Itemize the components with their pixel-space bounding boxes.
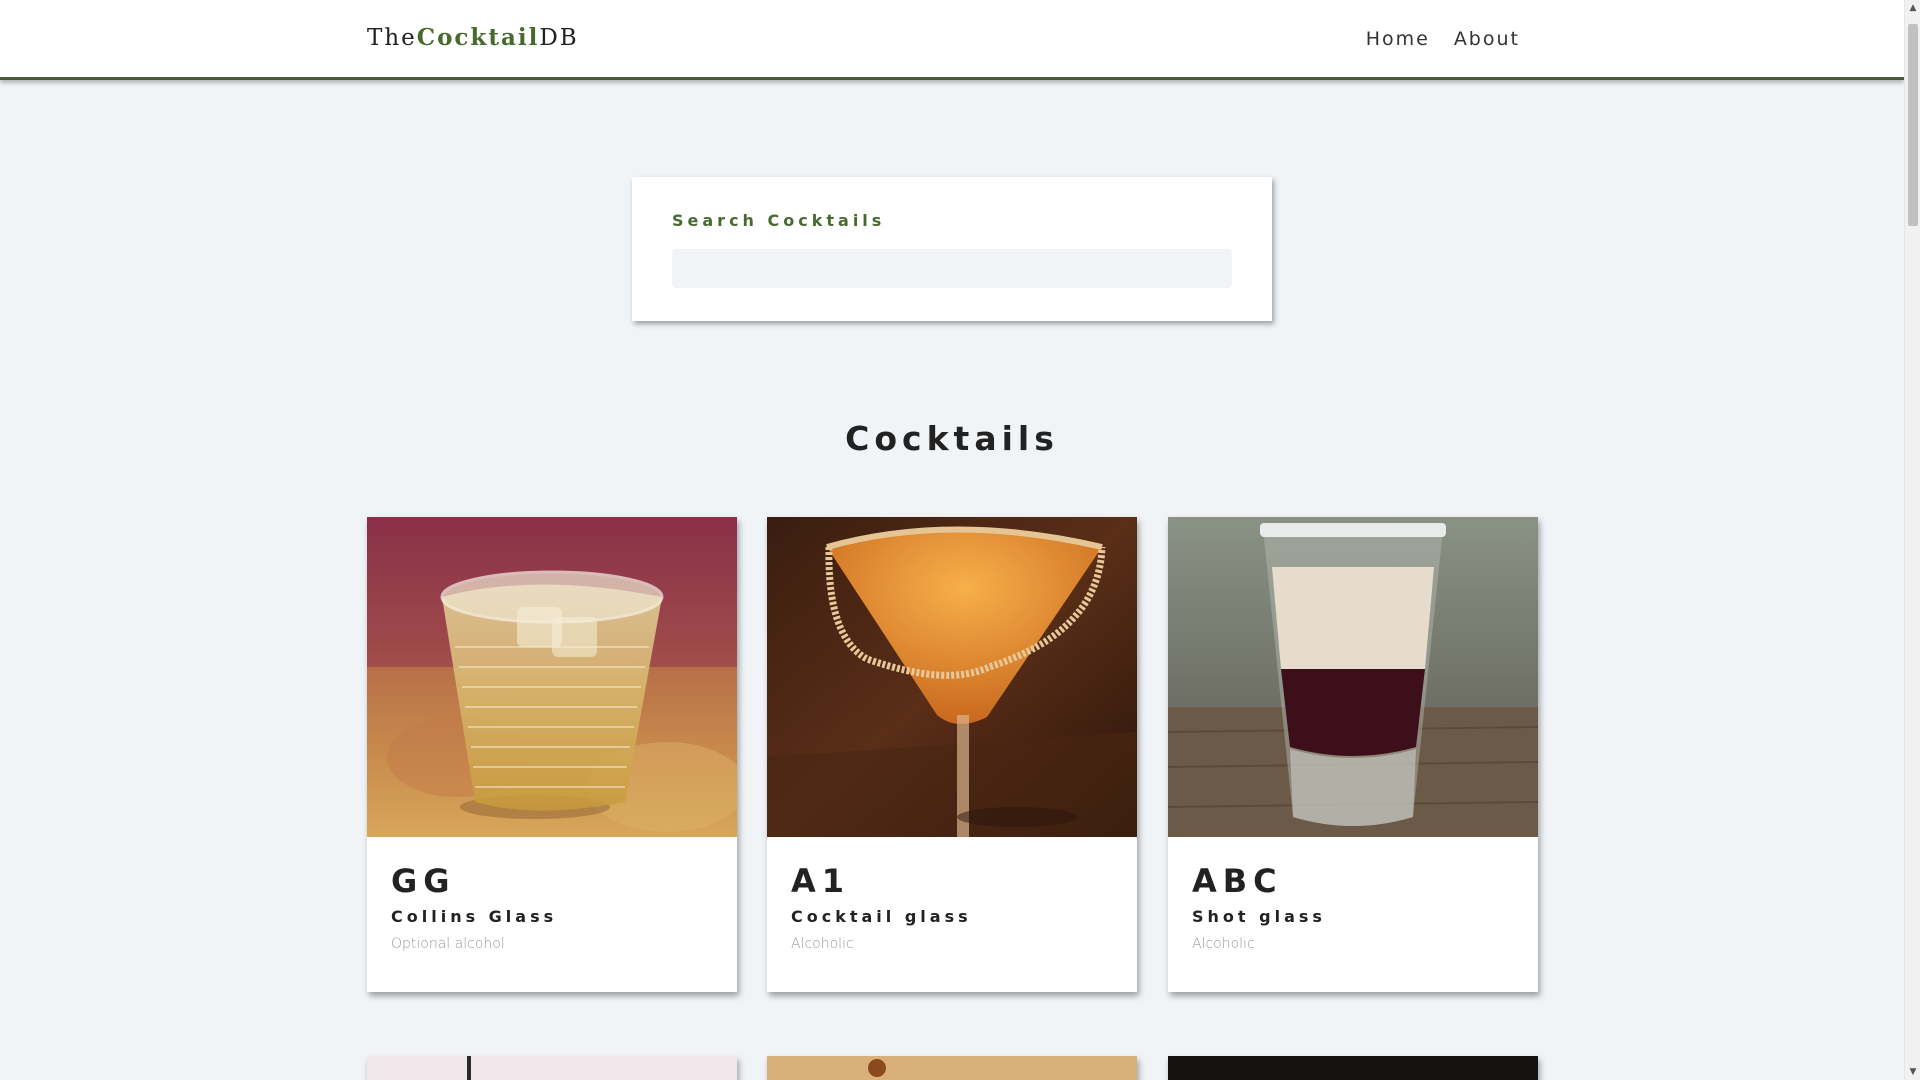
scroll-thumb[interactable] [1908, 24, 1918, 226]
cocktail-glass: Collins Glass [391, 907, 558, 926]
cocktail-card[interactable]: GG Collins Glass Optional alcohol [367, 517, 737, 992]
logo-suffix: DB [539, 25, 579, 51]
nav-links: Home About [1366, 28, 1520, 50]
search-card: Search Cocktails [632, 177, 1272, 321]
cocktail-image [767, 1056, 1137, 1080]
cocktail-image [367, 1056, 737, 1080]
cocktail-glass: Cocktail glass [791, 907, 972, 926]
scroll-up-arrow-icon[interactable]: ▲ [1905, 0, 1920, 16]
cocktail-image [367, 517, 737, 837]
navbar: TheCocktailDB Home About [0, 0, 1904, 80]
cocktail-alcoholic: Optional alcohol [391, 936, 505, 952]
card-body: ABC Shot glass Alcoholic [1168, 837, 1538, 992]
cocktail-image [767, 517, 1137, 837]
cocktail-card[interactable] [1168, 1056, 1538, 1080]
cocktail-card[interactable] [367, 1056, 737, 1080]
page-scrollbar[interactable]: ▲ ▼ [1904, 0, 1920, 1080]
nav-link-about[interactable]: About [1454, 28, 1520, 50]
cocktail-glass: Shot glass [1192, 907, 1326, 926]
cocktail-image [1168, 517, 1538, 837]
cocktail-name: A1 [791, 862, 851, 900]
cocktail-card[interactable]: A1 Cocktail glass Alcoholic [767, 517, 1137, 992]
search-label: Search Cocktails [672, 211, 886, 230]
cocktail-name: GG [391, 862, 456, 900]
site-logo[interactable]: TheCocktailDB [367, 24, 579, 51]
cocktail-alcoholic: Alcoholic [791, 936, 854, 952]
card-body: A1 Cocktail glass Alcoholic [767, 837, 1137, 992]
nav-link-home[interactable]: Home [1366, 28, 1430, 50]
search-input[interactable] [672, 249, 1232, 288]
cocktail-image [1168, 1056, 1538, 1080]
logo-highlight: Cocktail [416, 24, 540, 51]
cocktail-name: ABC [1192, 862, 1283, 900]
logo-prefix: The [367, 25, 417, 51]
card-body: GG Collins Glass Optional alcohol [367, 837, 737, 992]
scroll-down-arrow-icon[interactable]: ▼ [1905, 1064, 1920, 1080]
cocktail-alcoholic: Alcoholic [1192, 936, 1255, 952]
cocktail-card[interactable]: ABC Shot glass Alcoholic [1168, 517, 1538, 992]
section-title: Cocktails [845, 419, 1059, 458]
cocktail-card[interactable] [767, 1056, 1137, 1080]
